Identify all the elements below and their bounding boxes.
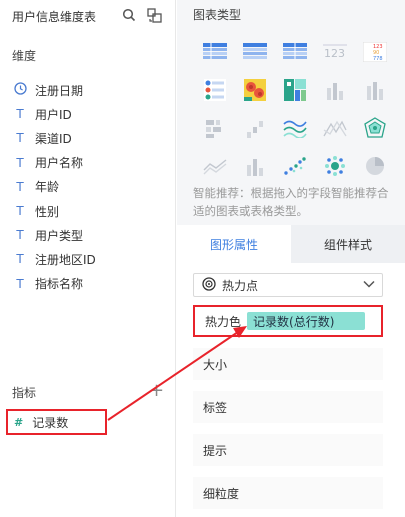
data-panel: 用户信息维度表 维度 注册日期 T 用户ID T 渠道ID T 用户名称 T 年… — [0, 0, 176, 517]
heat-point-type-icon — [202, 276, 216, 294]
list-card-icon[interactable] — [195, 75, 235, 105]
dimension-label: 用户类型 — [35, 228, 84, 243]
matrix-icon[interactable] — [195, 113, 235, 143]
text-type-icon: T — [16, 107, 24, 122]
number-type-icon: # — [14, 415, 24, 429]
bar-chart-icon[interactable] — [315, 75, 355, 105]
field-label: 标签 — [203, 400, 228, 415]
switch-table-icon[interactable] — [146, 6, 162, 24]
scatter-chart-icon[interactable] — [275, 151, 315, 181]
dimension-item-metric-name[interactable]: T 指标名称 — [12, 272, 162, 296]
size-field[interactable]: 大小 — [193, 348, 383, 380]
heatmap-icon[interactable] — [235, 75, 275, 105]
field-label: 细粒度 — [203, 486, 240, 501]
chevron-down-icon — [362, 277, 376, 294]
label-field[interactable]: 标签 — [193, 391, 383, 423]
chart-subtype-select[interactable]: 热力点 — [193, 273, 383, 297]
text-type-icon: T — [16, 155, 24, 170]
search-icon[interactable] — [121, 6, 137, 24]
text-type-icon: T — [16, 228, 24, 243]
svg-text:778: 778 — [373, 56, 383, 62]
kpi-number-icon[interactable]: 123 — [315, 37, 355, 67]
text-type-icon: T — [16, 131, 24, 146]
cross-table-icon[interactable] — [275, 37, 315, 67]
dimension-label: 年龄 — [35, 180, 60, 195]
graphic-properties-body: 热力点 热力色 记录数(总行数) 大小 标签 提示 细粒度 — [177, 263, 405, 517]
stacked-bar-icon[interactable] — [355, 75, 395, 105]
dimension-item-region-id[interactable]: T 注册地区ID — [12, 247, 162, 271]
property-tabs: 图形属性 组件样式 — [177, 225, 405, 263]
svg-text:123: 123 — [324, 47, 345, 60]
chart-subtype-value: 热力点 — [222, 278, 259, 293]
measure-label: 记录数 — [32, 415, 69, 430]
heat-point-icon[interactable] — [315, 151, 355, 181]
pie-chart-icon[interactable] — [355, 151, 395, 181]
treemap-icon[interactable] — [275, 75, 315, 105]
dimension-label: 渠道ID — [35, 131, 72, 146]
field-chip-record-count[interactable]: 记录数(总行数) — [247, 312, 366, 330]
step-bar-icon[interactable] — [235, 113, 275, 143]
measures-title: 指标 — [12, 386, 37, 400]
dimension-label: 注册地区ID — [35, 252, 96, 267]
dimension-label: 用户名称 — [35, 156, 84, 171]
chart-config-panel: 图表类型 123 123 90 778 智能推荐：根据拖入的字段智能推荐合适的图… — [177, 0, 405, 517]
dimension-list: 注册日期 T 用户ID T 渠道ID T 用户名称 T 年龄 T 性别 T 用户… — [12, 78, 162, 296]
field-label: 提示 — [203, 443, 228, 458]
dimension-item-register-date[interactable]: 注册日期 — [12, 78, 162, 102]
radar-chart-icon[interactable] — [355, 113, 395, 143]
dimension-item-user-id[interactable]: T 用户ID — [12, 102, 162, 126]
dimension-item-user-name[interactable]: T 用户名称 — [12, 151, 162, 175]
radar-line-icon[interactable] — [315, 113, 355, 143]
tooltip-field[interactable]: 提示 — [193, 434, 383, 466]
dimension-item-age[interactable]: T 年龄 — [12, 175, 162, 199]
granularity-field[interactable]: 细粒度 — [193, 477, 383, 509]
measure-item-record-count[interactable]: # 记录数 — [6, 409, 107, 435]
dimension-label: 性别 — [35, 204, 60, 219]
area-chart-icon[interactable] — [195, 151, 235, 181]
chart-types-title: 图表类型 — [193, 8, 242, 22]
text-type-icon: T — [16, 179, 24, 194]
dimension-label: 指标名称 — [35, 277, 84, 292]
field-label: 热力色 — [205, 314, 242, 329]
clock-icon — [12, 82, 28, 98]
field-label: 大小 — [203, 357, 228, 372]
text-type-icon: T — [16, 276, 24, 291]
dimension-item-channel-id[interactable]: T 渠道ID — [12, 126, 162, 150]
dimensions-title: 维度 — [12, 49, 37, 63]
text-type-icon: T — [16, 252, 24, 267]
tab-component-style[interactable]: 组件样式 — [291, 225, 405, 263]
text-type-icon: T — [16, 204, 24, 219]
dimension-item-user-type[interactable]: T 用户类型 — [12, 223, 162, 247]
table-header: 用户信息维度表 — [12, 6, 172, 26]
table-chart-icon[interactable] — [195, 37, 235, 67]
smart-recommend-hint: 智能推荐：根据拖入的字段智能推荐合适的图表或表格类型。 — [193, 186, 389, 218]
chart-type-grid: 123 123 90 778 — [195, 37, 395, 181]
dimension-label: 注册日期 — [35, 83, 84, 98]
dimension-label: 用户ID — [35, 107, 72, 122]
add-measure-icon[interactable]: + — [149, 380, 164, 401]
heat-color-field[interactable]: 热力色 记录数(总行数) — [193, 305, 383, 337]
table-title: 用户信息维度表 — [12, 9, 97, 24]
line-chart-icon[interactable] — [275, 113, 315, 143]
tab-graphic-properties[interactable]: 图形属性 — [177, 225, 291, 263]
dimension-item-gender[interactable]: T 性别 — [12, 199, 162, 223]
colored-table-icon[interactable]: 123 90 778 — [355, 37, 395, 67]
dual-bar-icon[interactable] — [235, 151, 275, 181]
grouped-table-icon[interactable] — [235, 37, 275, 67]
